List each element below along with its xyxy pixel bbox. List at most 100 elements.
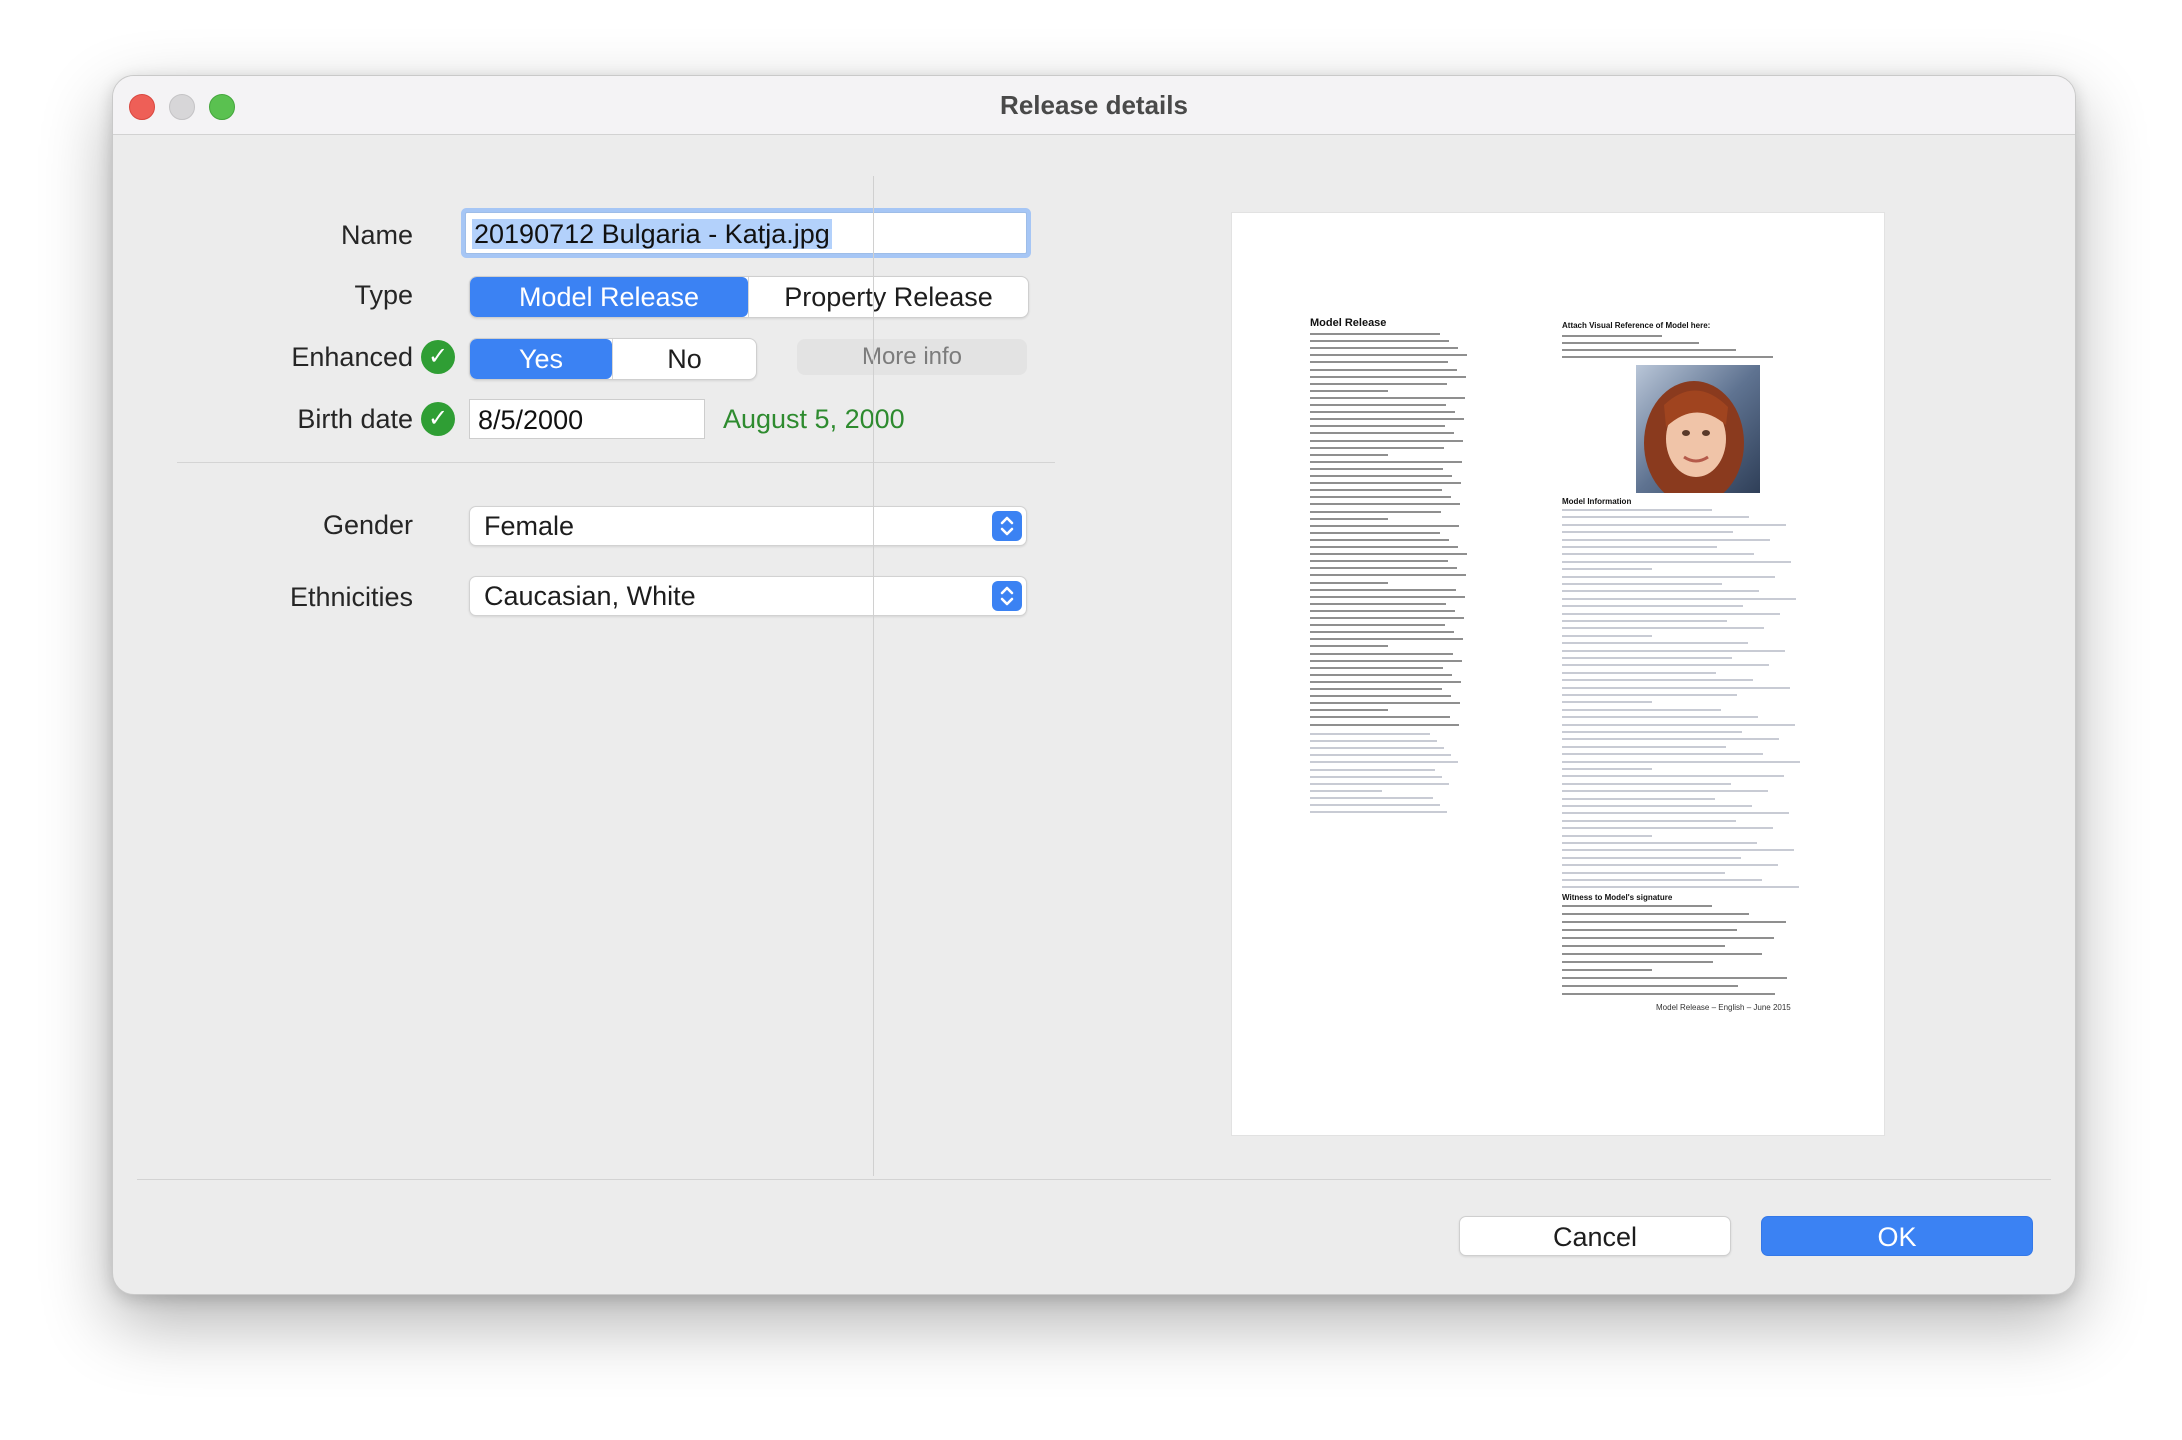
doc-text-line [1310, 467, 1443, 470]
doc-text-line [1310, 624, 1445, 627]
doc-text-line [1562, 657, 1732, 659]
doc-text-line [1562, 546, 1717, 548]
doc-text-line [1310, 496, 1451, 499]
doc-text-line [1562, 812, 1789, 815]
doc-text-line [1310, 754, 1451, 757]
doc-text-line [1310, 761, 1458, 764]
name-field[interactable]: 20190712 Bulgaria - Katja.jpg [465, 212, 1027, 254]
gender-chevron-updown-icon [992, 511, 1022, 541]
doc-text-line [1562, 634, 1652, 637]
doc-footer: Model Release – English – June 2015 [1656, 1003, 1791, 1012]
doc-text-line [1310, 368, 1457, 371]
doc-text-line [1310, 439, 1463, 442]
doc-text-line [1310, 460, 1462, 463]
doc-text-line [1562, 686, 1790, 689]
doc-text-line [1310, 609, 1455, 612]
doc-text-line [1310, 382, 1447, 385]
doc-text-line [1310, 333, 1440, 335]
doc-text-line [1562, 871, 1725, 874]
doc-text-line [1310, 396, 1465, 399]
doc-text-line [1562, 937, 1774, 939]
doc-text-line [1310, 723, 1459, 726]
doc-text-line [1562, 753, 1763, 756]
ok-button[interactable]: OK [1761, 1216, 2033, 1256]
doc-text-line [1562, 961, 1713, 963]
doc-text-line [1562, 342, 1699, 344]
doc-text-line [1310, 432, 1454, 435]
doc-text-line [1562, 516, 1749, 519]
doc-text-line [1562, 985, 1738, 987]
birth-date-field[interactable]: 8/5/2000 [469, 399, 705, 439]
more-info-button[interactable]: More info [797, 339, 1027, 375]
doc-text-line [1562, 790, 1768, 793]
doc-text-line [1562, 977, 1787, 979]
doc-text-line [1310, 811, 1447, 814]
doc-text-line [1562, 642, 1748, 645]
doc-text-line [1310, 347, 1458, 350]
enhanced-label: Enhanced [291, 342, 413, 372]
doc-text-line [1310, 538, 1449, 541]
doc-text-line [1310, 716, 1450, 719]
doc-text-line [1310, 631, 1454, 634]
type-label: Type [354, 280, 413, 310]
doc-text-line [1310, 595, 1465, 598]
pane-divider [873, 176, 874, 1176]
type-property-release-option[interactable]: Property Release [748, 277, 1028, 317]
doc-text-line [1562, 560, 1791, 563]
doc-text-line [1562, 921, 1786, 923]
doc-text-line [1310, 645, 1388, 648]
doc-text-line [1310, 747, 1444, 750]
doc-text-line [1310, 560, 1448, 563]
name-label: Name [340, 220, 413, 250]
ethnicities-select-value: Caucasian, White [484, 581, 696, 611]
doc-text-line [1310, 389, 1388, 392]
doc-text-line [1562, 523, 1786, 526]
doc-text-line [1562, 797, 1715, 800]
doc-text-line [1310, 482, 1461, 485]
doc-text-line [1310, 553, 1467, 556]
doc-text-line [1562, 827, 1773, 830]
doc-text-line [1310, 588, 1456, 591]
name-field-value: 20190712 Bulgaria - Katja.jpg [472, 219, 832, 249]
doc-text-line [1310, 531, 1440, 534]
doc-text-line [1562, 509, 1712, 511]
doc-text-line [1562, 627, 1764, 630]
doc-text-line [1310, 796, 1433, 799]
doc-text-line [1562, 731, 1742, 733]
doc-text-line [1562, 738, 1779, 741]
doc-witness-title: Witness to Model's signature [1562, 893, 1673, 902]
doc-text-line [1562, 879, 1762, 881]
doc-model-info-title: Model Information [1562, 497, 1632, 506]
enhanced-no-option[interactable]: No [612, 339, 756, 379]
gender-select[interactable]: Female [469, 506, 1027, 546]
doc-text-line [1562, 864, 1778, 867]
doc-text-line [1562, 335, 1662, 337]
doc-text-line [1562, 945, 1725, 947]
birth-date-check-icon: ✓ [421, 402, 455, 436]
doc-attach-title: Attach Visual Reference of Model here: [1562, 321, 1711, 330]
doc-text-line [1310, 768, 1435, 771]
doc-text-line [1310, 411, 1455, 414]
enhanced-yes-option[interactable]: Yes [470, 339, 612, 379]
doc-text-line [1562, 708, 1721, 711]
doc-text-line [1562, 694, 1737, 696]
cancel-button[interactable]: Cancel [1459, 1216, 1731, 1256]
doc-text-line [1562, 553, 1754, 556]
doc-text-line [1562, 716, 1758, 719]
model-reference-photo [1636, 365, 1760, 493]
doc-text-line [1310, 453, 1388, 456]
doc-text-line [1562, 782, 1731, 785]
doc-text-line [1310, 782, 1449, 785]
ethnicities-select[interactable]: Caucasian, White [469, 576, 1027, 616]
doc-text-line [1310, 617, 1464, 619]
doc-text-line [1310, 789, 1382, 792]
doc-text-line [1562, 913, 1749, 915]
doc-text-line [1562, 834, 1652, 837]
doc-text-line [1562, 649, 1785, 652]
type-segmented-control: Model Release Property Release [469, 276, 1029, 318]
gender-label: Gender [322, 510, 413, 540]
type-model-release-option[interactable]: Model Release [470, 277, 748, 317]
doc-text-line [1562, 664, 1769, 667]
doc-text-line [1310, 567, 1457, 570]
doc-title: Model Release [1310, 317, 1387, 329]
